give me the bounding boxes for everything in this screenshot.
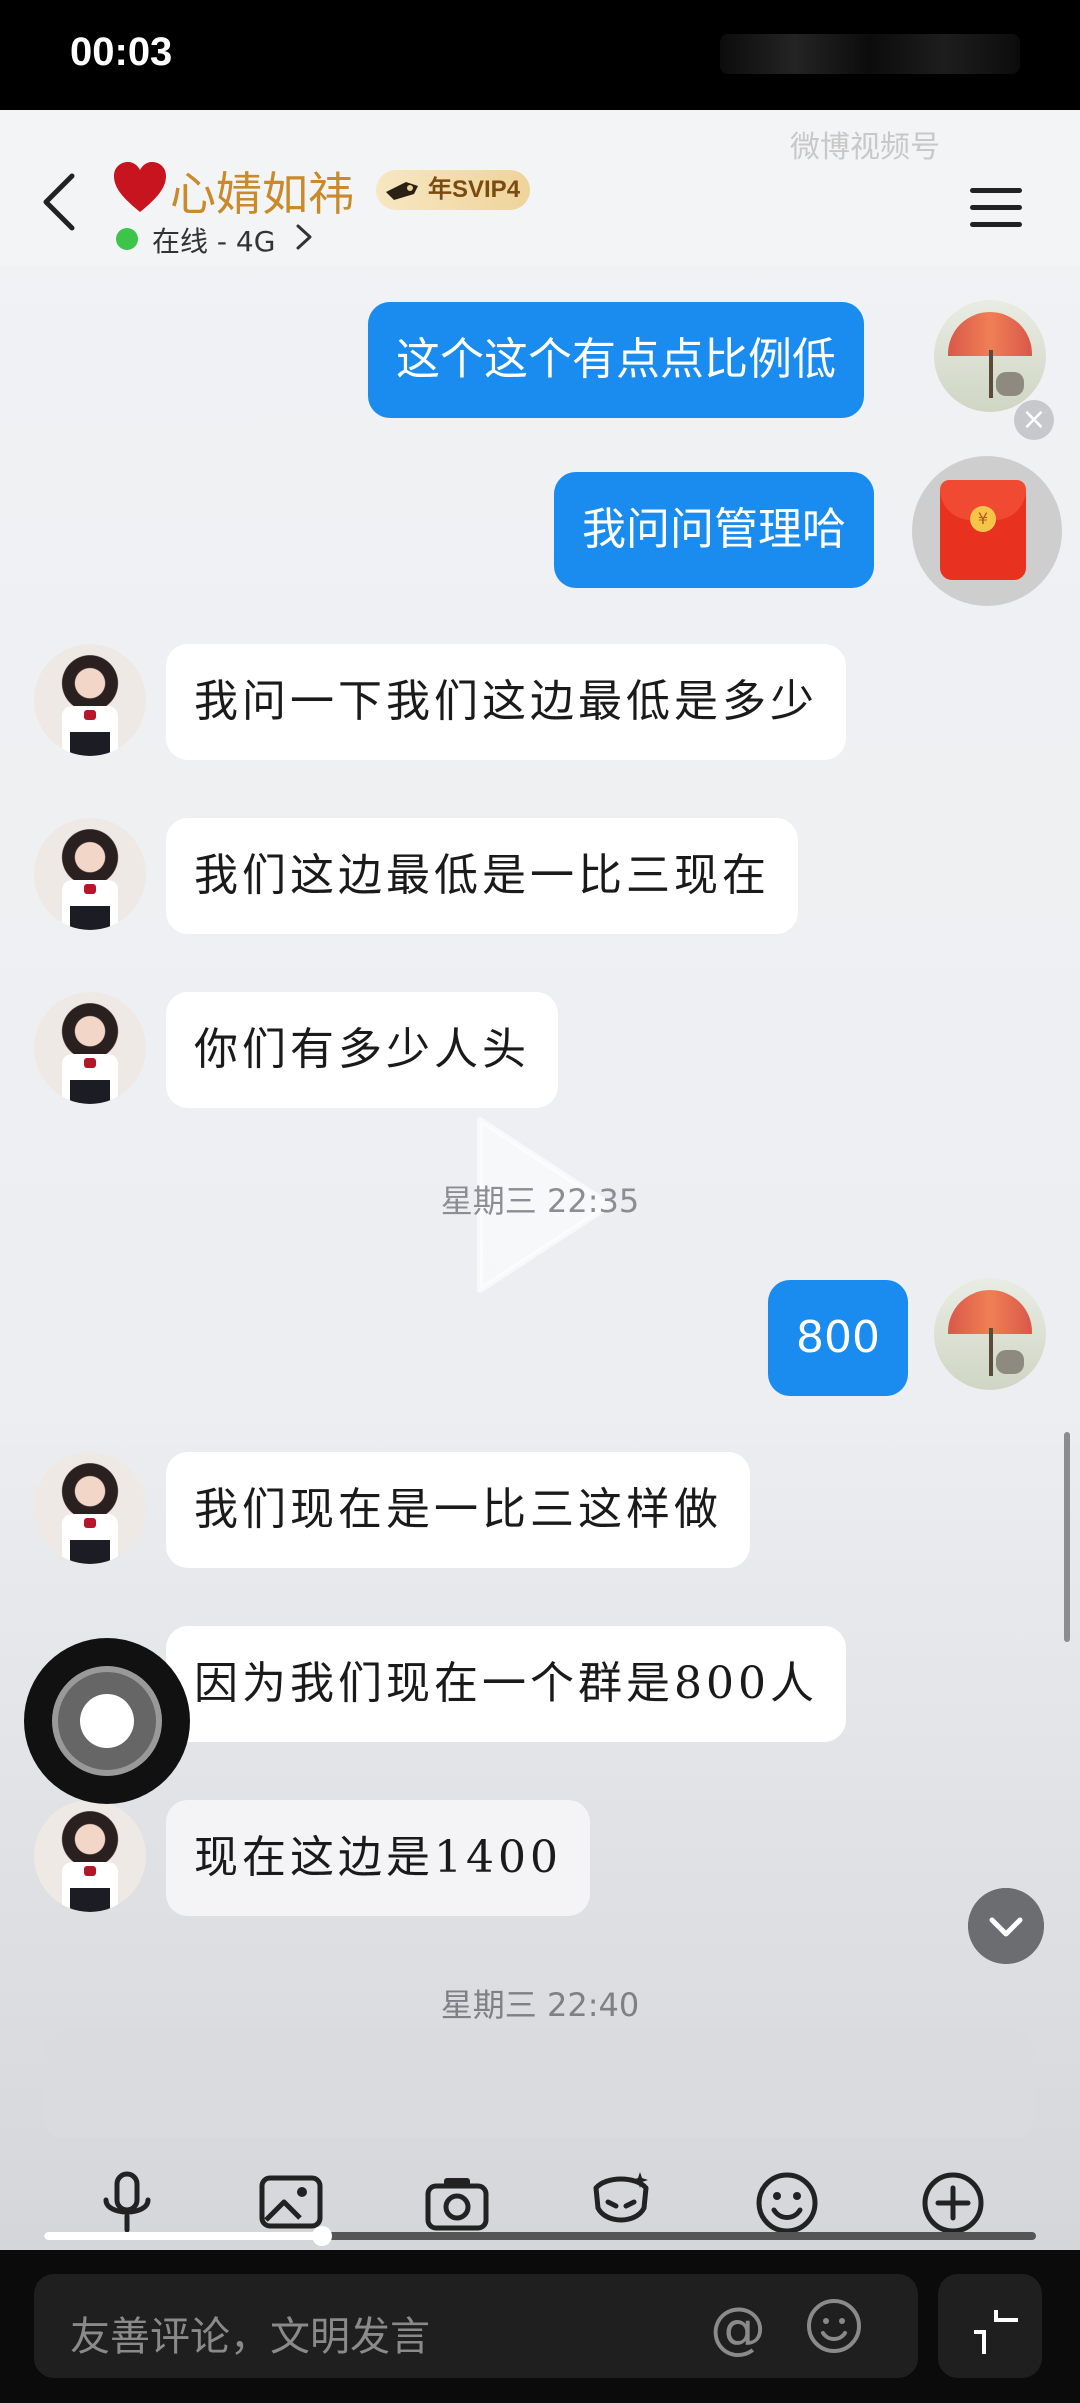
chevron-right-icon[interactable] <box>292 222 316 252</box>
chat-header: 微博视频号 心婧如祎 年SVIP4 在线 - 4G <box>0 110 1080 265</box>
close-icon[interactable]: × <box>1014 400 1054 440</box>
message-bubble-received[interactable]: 现在这边是1400 <box>166 1800 590 1916</box>
comment-input[interactable]: 友善评论，文明发言 @ <box>34 2274 918 2378</box>
rocket-icon <box>386 182 418 200</box>
message-bubble-received[interactable]: 你们有多少人头 <box>166 992 558 1108</box>
message-bubble-received[interactable]: 因为我们现在一个群是800人 <box>166 1626 846 1742</box>
status-icons-blurred <box>720 34 1020 74</box>
expand-icon[interactable] <box>938 2274 1042 2378</box>
at-icon[interactable]: @ <box>710 2296 766 2361</box>
menu-icon[interactable] <box>970 188 1022 228</box>
microphone-icon[interactable] <box>92 2168 162 2238</box>
smiley-icon[interactable] <box>752 2168 822 2238</box>
emoji-icon[interactable] <box>804 2296 864 2356</box>
time-separator: 星期三 22:40 <box>440 1986 640 2024</box>
my-avatar[interactable] <box>934 1278 1046 1390</box>
message-bubble-received[interactable]: 我们这边最低是一比三现在 <box>166 818 798 934</box>
video-progress-knob[interactable] <box>311 2226 332 2246</box>
contact-avatar[interactable] <box>34 1452 146 1564</box>
message-bubble-sent[interactable]: 800 <box>768 1280 908 1396</box>
comment-placeholder: 友善评论，文明发言 <box>70 2314 430 2360</box>
chevron-down-icon[interactable] <box>968 1888 1044 1964</box>
red-packet-icon: ¥ <box>940 480 1026 580</box>
floating-assistive-button[interactable] <box>24 1638 190 1804</box>
message-input[interactable] <box>44 2030 1034 2138</box>
red-packet-button[interactable]: ¥ <box>912 456 1062 606</box>
online-indicator <box>116 228 138 250</box>
svip-badge[interactable]: 年SVIP4 <box>376 170 531 210</box>
svip-badge-label: 年SVIP4 <box>428 176 521 203</box>
watermark: 微博视频号 <box>790 130 940 165</box>
message-bubble-sent[interactable]: 我问问管理哈 <box>554 472 874 588</box>
status-bar: 00:03 <box>0 0 1080 110</box>
online-status[interactable]: 在线 - 4G <box>152 220 275 260</box>
message-bubble-received[interactable]: 我们现在是一比三这样做 <box>166 1452 750 1568</box>
sticker-icon[interactable] <box>586 2168 656 2238</box>
camera-icon[interactable] <box>422 2168 492 2238</box>
message-bubble-sent[interactable]: 这个这个有点点比例低 <box>368 302 864 418</box>
back-icon[interactable] <box>40 172 80 232</box>
heart-icon <box>114 162 166 212</box>
my-avatar[interactable] <box>934 300 1046 412</box>
plus-icon[interactable] <box>918 2168 988 2238</box>
contact-avatar[interactable] <box>34 1800 146 1912</box>
contact-avatar[interactable] <box>34 644 146 756</box>
message-bubble-received[interactable]: 我问一下我们这边最低是多少 <box>166 644 846 760</box>
comment-bar: 友善评论，文明发言 @ <box>0 2250 1080 2403</box>
time-separator: 星期三 22:35 <box>440 1182 640 1220</box>
contact-name[interactable]: 心婧如祎 <box>170 158 354 224</box>
status-time: 00:03 <box>70 30 173 74</box>
contact-avatar[interactable] <box>34 992 146 1104</box>
video-progress-fill <box>44 2232 322 2240</box>
scrollbar[interactable] <box>1064 1432 1070 1642</box>
contact-avatar[interactable] <box>34 818 146 930</box>
chat-screen: 微博视频号 心婧如祎 年SVIP4 在线 - 4G 这个这个有点点比例低 × 我… <box>0 110 1080 2250</box>
